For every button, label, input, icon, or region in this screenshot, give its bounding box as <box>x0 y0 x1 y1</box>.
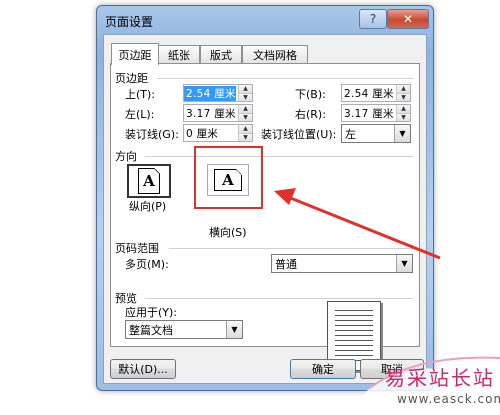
landscape-label[interactable]: 横向(S) <box>209 224 247 240</box>
site-watermark: 易采站长站 www.easck.com <box>365 352 500 415</box>
watermark-url: www.easck.com <box>397 392 500 406</box>
watermark-text: 易采站长站 <box>385 366 495 390</box>
tab-margins[interactable]: 页边距 <box>111 43 159 65</box>
